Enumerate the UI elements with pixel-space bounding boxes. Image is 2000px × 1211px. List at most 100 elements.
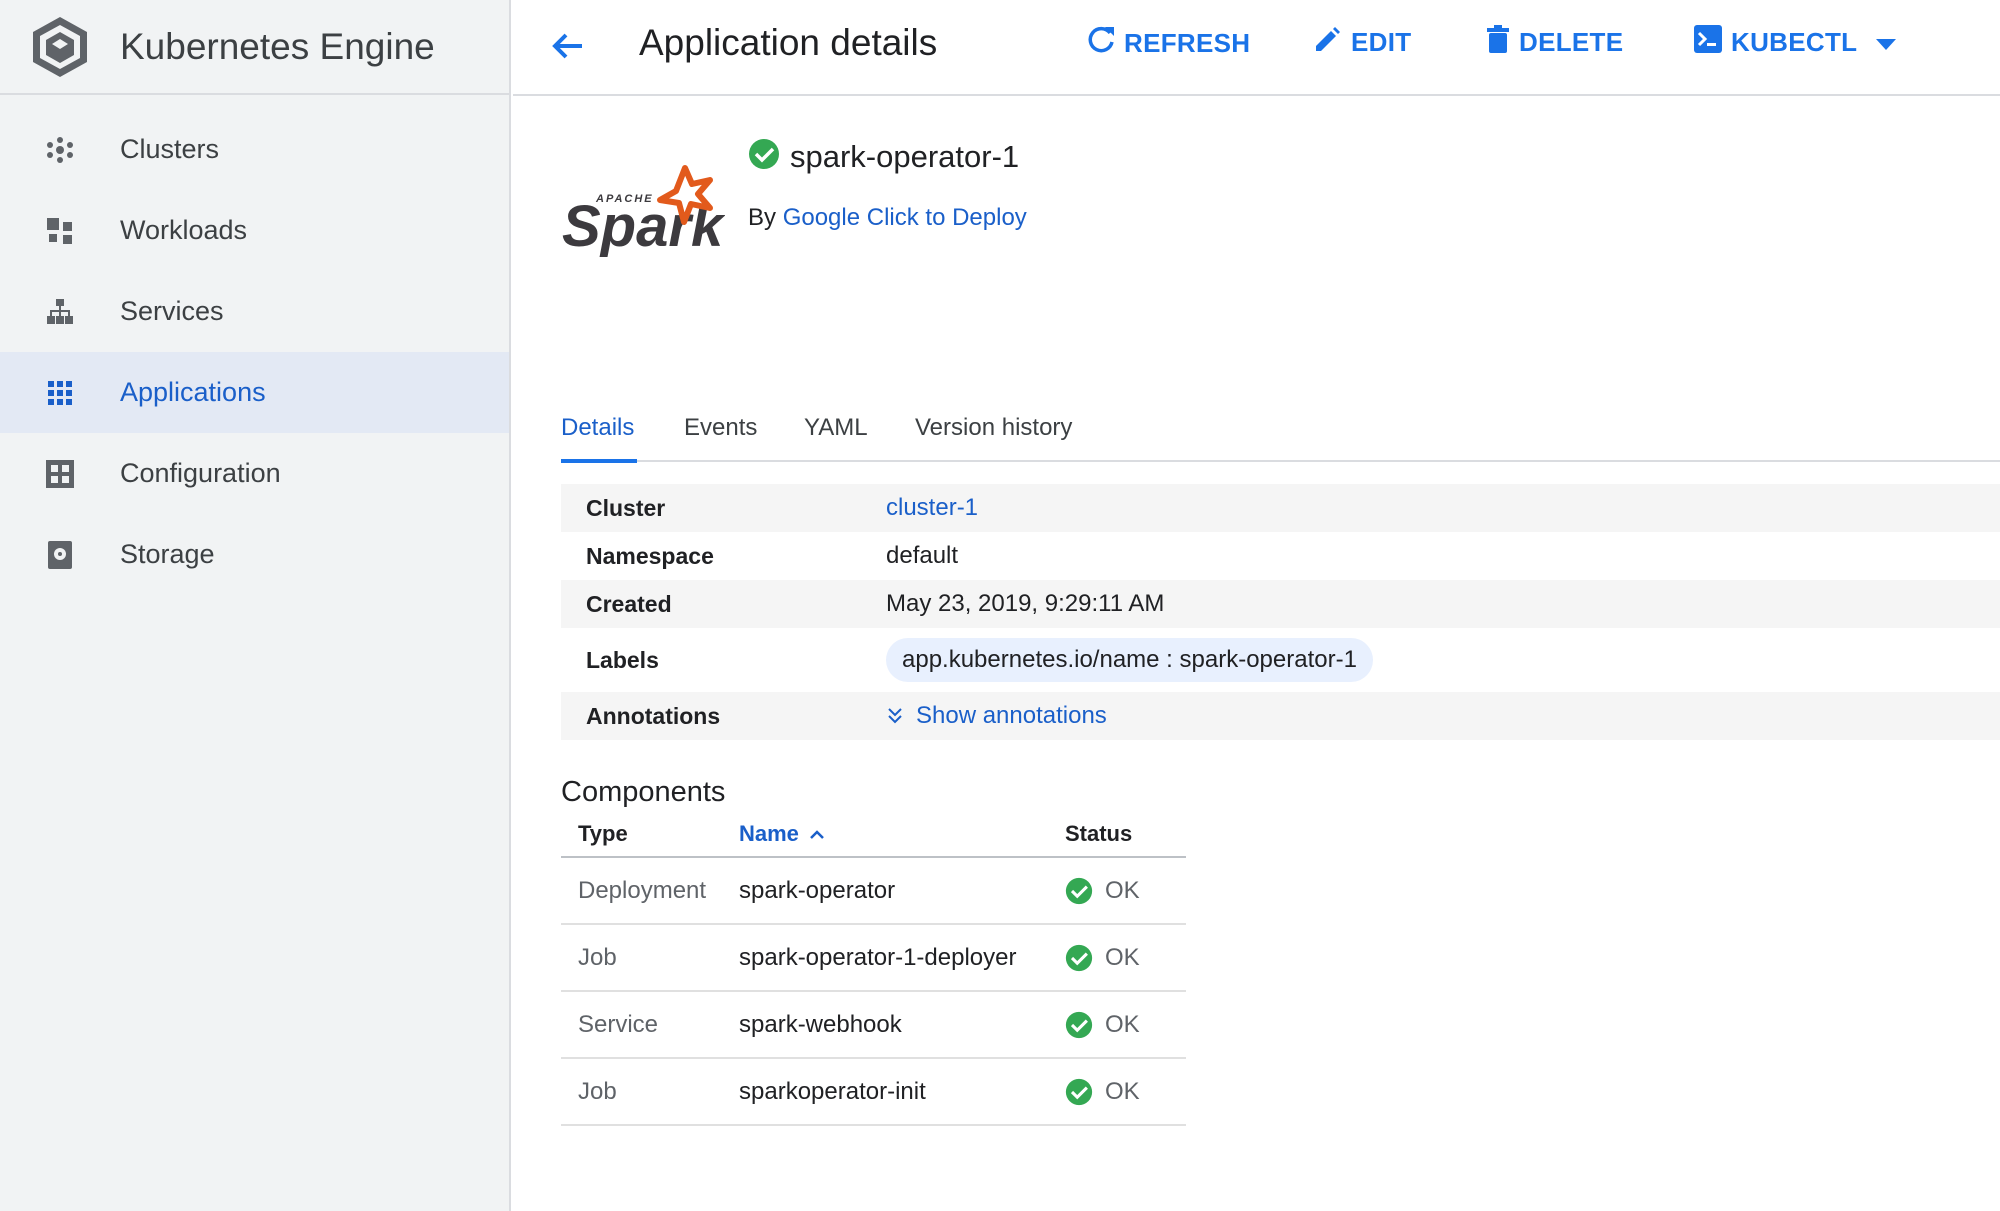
component-type: Job [578,943,617,971]
created-value: May 23, 2019, 9:29:11 AM [886,590,1165,617]
component-type: Deployment [578,876,707,904]
header-name: Name [739,821,799,846]
detail-row-namespace: Namespace default [561,532,2000,580]
detail-key: Annotations [586,702,721,729]
tab-details[interactable]: Details [561,414,637,463]
kubernetes-engine-logo-icon[interactable] [0,15,120,79]
sidebar-item-configuration[interactable]: Configuration [0,433,509,514]
show-annotations-link[interactable]: Show annotations [886,702,1107,730]
sidebar-header: Kubernetes Engine [0,0,509,95]
status-ok-icon [1065,1078,1093,1105]
tab-label: YAML [804,414,868,441]
sidebar-item-label: Storage [120,539,215,569]
trash-icon [1485,24,1519,61]
sidebar-item-label: Services [120,296,224,326]
storage-icon [0,540,120,570]
component-type: Service [578,1010,659,1038]
sidebar-item-services[interactable]: Services [0,271,509,352]
tab-bar: Details Events YAML Version history [561,408,2000,463]
status-text: OK [1105,943,1140,971]
edit-label: EDIT [1351,27,1412,57]
sidebar-item-label: Applications [120,377,266,407]
terminal-icon [1693,24,1731,61]
status-ok-icon [1065,877,1093,904]
show-annotations-label: Show annotations [916,702,1107,729]
components-title: Components [561,776,726,808]
tab-yaml[interactable]: YAML [804,414,868,442]
product-title: Kubernetes Engine [120,25,435,67]
component-name: spark-operator [739,876,896,904]
dropdown-caret-icon[interactable] [1875,27,1905,58]
detail-row-labels: Labels app.kubernetes.io/name : spark-op… [561,628,2000,692]
tab-label: Version history [915,414,1073,441]
component-status: OK [1065,1078,1186,1106]
table-row[interactable]: Job sparkoperator-init OK [561,1059,1186,1126]
label-chip: app.kubernetes.io/name : spark-operator-… [886,638,1373,682]
app-publisher: By Google Click to Deploy [748,204,1027,232]
sidebar-item-label: Configuration [120,458,281,488]
sidebar-item-clusters[interactable]: Clusters [0,109,509,190]
table-row[interactable]: Deployment spark-operator OK [561,858,1186,925]
component-name: spark-webhook [739,1010,902,1038]
component-status: OK [1065,1011,1186,1039]
tab-events[interactable]: Events [684,414,757,442]
component-status: OK [1065,944,1186,972]
status-text: OK [1105,876,1140,904]
edit-button[interactable]: EDIT [1313,24,1411,61]
workloads-icon [0,216,120,246]
clusters-icon [0,135,120,165]
namespace-value: default [886,542,959,569]
by-prefix: By [748,204,777,231]
status-ok-icon [1065,1011,1093,1038]
back-arrow-icon[interactable] [548,26,592,70]
action-bar: Application details REFRESH EDIT DELETE … [513,0,2000,96]
delete-label: DELETE [1519,27,1624,57]
configuration-icon [0,459,120,489]
kubectl-label: KUBECTL [1731,27,1858,57]
refresh-button[interactable]: REFRESH [1086,24,1250,63]
header-type: Type [578,821,628,846]
component-type: Job [578,1077,617,1105]
delete-button[interactable]: DELETE [1485,24,1623,61]
sidebar-item-label: Clusters [120,134,220,164]
active-tab-indicator [561,459,637,463]
tab-label: Details [561,414,635,441]
services-icon [0,297,120,327]
app-name: spark-operator-1 [790,138,1020,174]
details-table: Cluster cluster-1 Namespace default Crea… [561,484,2000,740]
sidebar-item-label: Workloads [120,215,248,245]
page-title: Application details [639,22,938,63]
applications-icon [0,379,120,407]
app-name-row: spark-operator-1 [748,138,1019,175]
components-table: Type Name Status Deployment spark-operat… [561,812,1186,1126]
header-status: Status [1065,821,1133,846]
tab-version-history[interactable]: Version history [915,414,1072,442]
status-ok-icon [748,138,780,175]
detail-row-annotations: Annotations Show annotations [561,692,2000,740]
publisher-link[interactable]: Google Click to Deploy [783,204,1027,231]
detail-row-created: Created May 23, 2019, 9:29:11 AM [561,580,2000,628]
apache-spark-logo: APACHE Spark [560,162,726,259]
component-name: sparkoperator-init [739,1077,926,1105]
table-row[interactable]: Service spark-webhook OK [561,992,1186,1059]
detail-key: Labels [586,646,659,673]
kubectl-button[interactable]: KUBECTL [1693,24,1905,61]
detail-row-cluster: Cluster cluster-1 [561,484,2000,532]
sidebar-nav: Clusters Workloads Services Applications… [0,95,509,595]
pencil-icon [1313,24,1351,61]
sidebar-item-storage[interactable]: Storage [0,514,509,595]
refresh-label: REFRESH [1124,28,1251,58]
status-text: OK [1105,1077,1140,1105]
cluster-link[interactable]: cluster-1 [886,494,978,522]
status-ok-icon [1065,944,1093,971]
detail-key: Cluster [586,494,666,521]
components-header-row: Type Name Status [561,812,1186,858]
table-row[interactable]: Job spark-operator-1-deployer OK [561,925,1186,992]
sidebar: Kubernetes Engine Clusters Workloads Ser… [0,0,511,1211]
status-text: OK [1105,1010,1140,1038]
component-name: spark-operator-1-deployer [739,943,1017,971]
header-name-sort[interactable]: Name [739,821,1065,847]
sidebar-item-applications[interactable]: Applications [0,352,509,433]
sidebar-item-workloads[interactable]: Workloads [0,190,509,271]
component-status: OK [1065,877,1186,905]
